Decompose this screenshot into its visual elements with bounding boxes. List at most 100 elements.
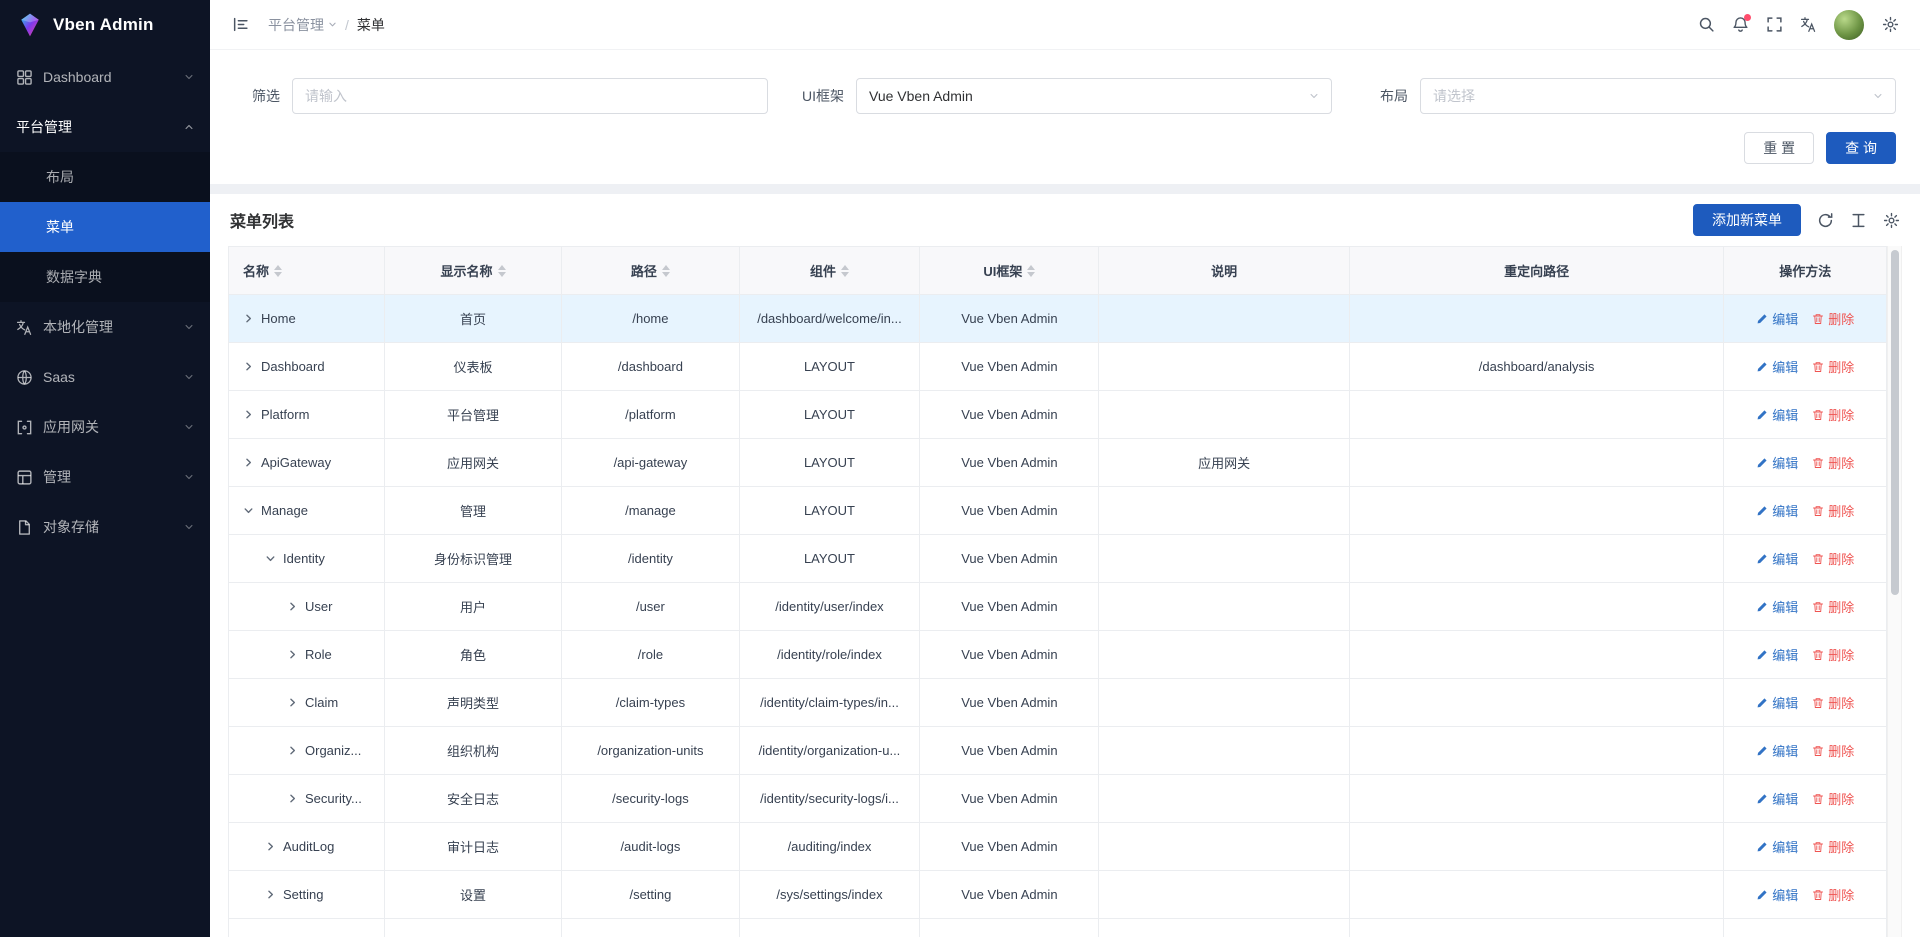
table-row-platform[interactable]: Platform平台管理/platformLAYOUTVue Vben Admi…: [229, 391, 1887, 439]
chevron-down-icon[interactable]: [243, 505, 254, 516]
column-header-name[interactable]: 名称: [229, 247, 385, 295]
edit-button[interactable]: 编辑: [1756, 405, 1798, 424]
ui-framework-select[interactable]: Vue Vben Admin: [856, 78, 1332, 114]
cell-actions: 编辑删除: [1724, 295, 1887, 343]
sort-icon[interactable]: [498, 265, 506, 277]
sort-icon[interactable]: [662, 265, 670, 277]
chevron-right-icon[interactable]: [265, 841, 276, 852]
table-row-dashboard[interactable]: Dashboard仪表板/dashboardLAYOUTVue Vben Adm…: [229, 343, 1887, 391]
vertical-scrollbar[interactable]: [1887, 246, 1902, 937]
cell-actions: 编辑删除: [1724, 583, 1887, 631]
delete-button[interactable]: 删除: [1812, 501, 1854, 520]
edit-button[interactable]: 编辑: [1756, 357, 1798, 376]
breadcrumb: 平台管理 / 菜单: [268, 15, 385, 35]
column-header-path[interactable]: 路径: [562, 247, 739, 295]
filter-keyword-input[interactable]: [292, 78, 768, 114]
delete-button[interactable]: 删除: [1812, 597, 1854, 616]
sort-icon[interactable]: [274, 265, 282, 277]
delete-button[interactable]: 删除: [1812, 693, 1854, 712]
sidebar-item-platform[interactable]: 平台管理: [0, 102, 210, 152]
sidebar-item-data-dictionary[interactable]: 数据字典: [0, 252, 210, 302]
table-row-home[interactable]: Home首页/home/dashboard/welcome/in...Vue V…: [229, 295, 1887, 343]
sidebar-item-saas[interactable]: Saas: [0, 352, 210, 402]
fullscreen-icon[interactable]: [1758, 9, 1790, 41]
edit-button[interactable]: 编辑: [1756, 549, 1798, 568]
delete-button[interactable]: 删除: [1812, 645, 1854, 664]
table-row-claim[interactable]: Claim声明类型/claim-types/identity/claim-typ…: [229, 679, 1887, 727]
chevron-down-icon[interactable]: [265, 553, 276, 564]
chevron-right-icon[interactable]: [287, 649, 298, 660]
chevron-right-icon[interactable]: [287, 601, 298, 612]
row-height-icon[interactable]: [1850, 212, 1867, 229]
edit-button[interactable]: 编辑: [1756, 885, 1798, 904]
column-header-display-name[interactable]: 显示名称: [384, 247, 561, 295]
table-row-role[interactable]: Role角色/role/identity/role/indexVue Vben …: [229, 631, 1887, 679]
chevron-right-icon[interactable]: [265, 889, 276, 900]
chevron-right-icon[interactable]: [287, 745, 298, 756]
layout-select[interactable]: 请选择: [1420, 78, 1896, 114]
notification-bell-icon[interactable]: [1724, 9, 1756, 41]
table-row-identity[interactable]: Identity身份标识管理/identityLAYOUTVue Vben Ad…: [229, 535, 1887, 583]
cell-redirect: [1349, 439, 1724, 487]
chevron-right-icon[interactable]: [287, 697, 298, 708]
edit-button[interactable]: 编辑: [1756, 453, 1798, 472]
edit-button[interactable]: 编辑: [1756, 837, 1798, 856]
sidebar-item-object-storage[interactable]: 对象存储: [0, 502, 210, 552]
menu-name: Platform: [261, 407, 309, 422]
delete-button[interactable]: 删除: [1812, 549, 1854, 568]
collapse-sidebar-icon[interactable]: [224, 9, 256, 41]
sidebar-item-layout[interactable]: 布局: [0, 152, 210, 202]
table-row-auditlog[interactable]: AuditLog审计日志/audit-logs/auditing/indexVu…: [229, 823, 1887, 871]
sidebar-item-gateway[interactable]: 应用网关: [0, 402, 210, 452]
sort-icon[interactable]: [1027, 265, 1035, 277]
sidebar-item-dashboard[interactable]: Dashboard: [0, 52, 210, 102]
edit-button[interactable]: 编辑: [1756, 645, 1798, 664]
scrollbar-thumb[interactable]: [1891, 250, 1899, 595]
reset-button[interactable]: 重 置: [1744, 132, 1814, 164]
settings-gear-icon[interactable]: [1874, 9, 1906, 41]
delete-button[interactable]: 删除: [1812, 885, 1854, 904]
table-row-manage[interactable]: Manage管理/manageLAYOUTVue Vben Admin编辑删除: [229, 487, 1887, 535]
edit-button[interactable]: 编辑: [1756, 597, 1798, 616]
edit-button[interactable]: 编辑: [1756, 693, 1798, 712]
chevron-right-icon[interactable]: [287, 793, 298, 804]
table-row-security[interactable]: Security...安全日志/security-logs/identity/s…: [229, 775, 1887, 823]
translate-icon[interactable]: [1792, 9, 1824, 41]
chevron-right-icon[interactable]: [243, 361, 254, 372]
delete-button[interactable]: 删除: [1812, 453, 1854, 472]
delete-button[interactable]: 删除: [1812, 789, 1854, 808]
column-settings-icon[interactable]: [1883, 212, 1900, 229]
sidebar-item-localization[interactable]: 本地化管理: [0, 302, 210, 352]
delete-button[interactable]: 删除: [1812, 405, 1854, 424]
delete-button[interactable]: 删除: [1812, 357, 1854, 376]
column-header-component[interactable]: 组件: [739, 247, 920, 295]
edit-button[interactable]: 编辑: [1756, 501, 1798, 520]
cell-path: /platform: [562, 391, 739, 439]
edit-button[interactable]: 编辑: [1756, 309, 1798, 328]
column-header-framework[interactable]: UI框架: [920, 247, 1099, 295]
sort-icon[interactable]: [841, 265, 849, 277]
chevron-right-icon[interactable]: [243, 457, 254, 468]
logo[interactable]: Vben Admin: [0, 0, 210, 50]
query-button[interactable]: 查 询: [1826, 132, 1896, 164]
table-row-apigateway[interactable]: ApiGateway应用网关/api-gatewayLAYOUTVue Vben…: [229, 439, 1887, 487]
delete-button[interactable]: 删除: [1812, 837, 1854, 856]
breadcrumb-separator: /: [345, 17, 349, 33]
delete-button[interactable]: 删除: [1812, 309, 1854, 328]
refresh-icon[interactable]: [1817, 212, 1834, 229]
edit-button[interactable]: 编辑: [1756, 789, 1798, 808]
table-row-setting[interactable]: Setting设置/setting/sys/settings/indexVue …: [229, 871, 1887, 919]
sidebar-item-menu[interactable]: 菜单: [0, 202, 210, 252]
chevron-right-icon[interactable]: [243, 313, 254, 324]
table-row-organiz[interactable]: Organiz...组织机构/organization-units/identi…: [229, 727, 1887, 775]
add-menu-button[interactable]: 添加新菜单: [1693, 204, 1801, 236]
table-row-user[interactable]: User用户/user/identity/user/indexVue Vben …: [229, 583, 1887, 631]
edit-button[interactable]: 编辑: [1756, 741, 1798, 760]
delete-button[interactable]: 删除: [1812, 741, 1854, 760]
avatar[interactable]: [1834, 10, 1864, 40]
chevron-right-icon[interactable]: [243, 409, 254, 420]
cell-display-name: 审计日志: [384, 823, 561, 871]
search-icon[interactable]: [1690, 9, 1722, 41]
breadcrumb-parent[interactable]: 平台管理: [268, 15, 337, 35]
sidebar-item-manage[interactable]: 管理: [0, 452, 210, 502]
